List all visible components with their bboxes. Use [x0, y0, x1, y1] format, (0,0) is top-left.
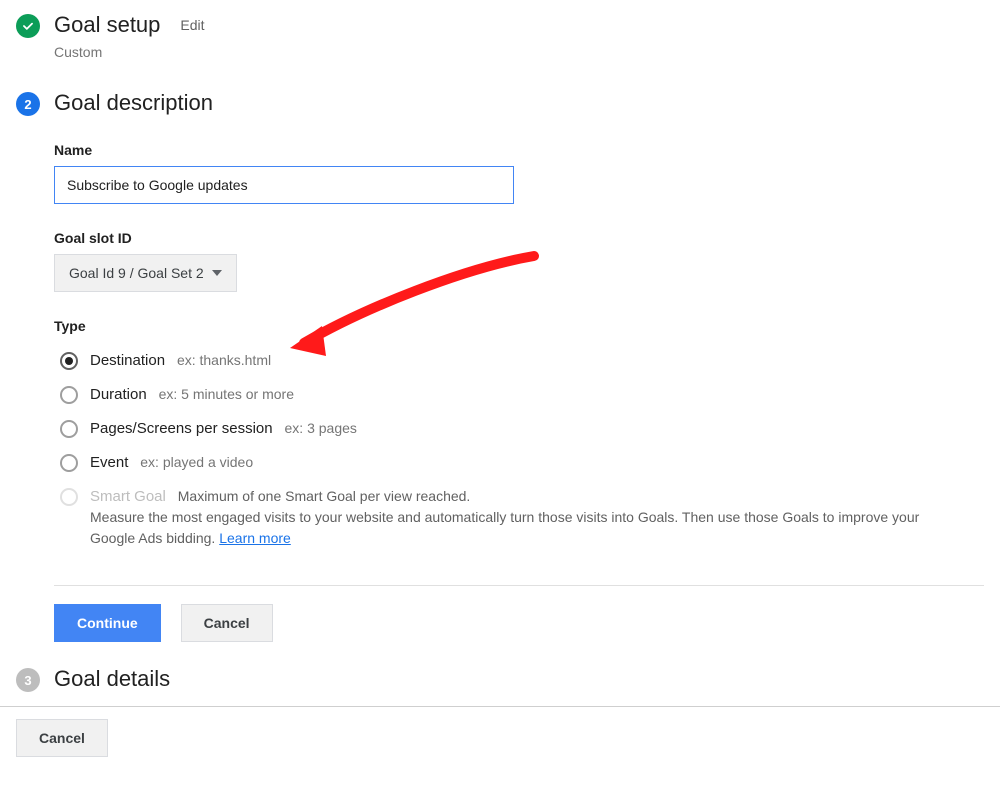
radio-icon — [60, 488, 78, 506]
learn-more-link[interactable]: Learn more — [219, 530, 291, 546]
chevron-down-icon — [212, 270, 222, 276]
goal-slot-id-label: Goal slot ID — [54, 230, 984, 246]
goal-slot-value: Goal Id 9 / Goal Set 2 — [69, 265, 204, 281]
footer-cancel-button[interactable]: Cancel — [16, 719, 108, 757]
step-number-2-icon: 2 — [16, 92, 40, 116]
radio-icon — [60, 386, 78, 404]
type-option-event[interactable]: Event ex: played a video — [60, 446, 984, 480]
type-option-duration[interactable]: Duration ex: 5 minutes or more — [60, 378, 984, 412]
check-icon — [16, 14, 40, 38]
radio-icon — [60, 352, 78, 370]
type-option-pages[interactable]: Pages/Screens per session ex: 3 pages — [60, 412, 984, 446]
type-option-destination[interactable]: Destination ex: thanks.html — [60, 344, 984, 378]
smart-goal-description: Measure the most engaged visits to your … — [90, 509, 919, 546]
continue-button[interactable]: Continue — [54, 604, 161, 642]
goal-slot-dropdown[interactable]: Goal Id 9 / Goal Set 2 — [54, 254, 237, 292]
radio-icon — [60, 454, 78, 472]
step2-title: Goal description — [54, 90, 213, 116]
step-goal-setup: Goal setup Edit Custom — [16, 12, 984, 60]
step1-subtitle: Custom — [54, 44, 984, 60]
radio-icon — [60, 420, 78, 438]
step-goal-description: 2 Goal description Name Goal slot ID Goa… — [16, 90, 984, 642]
step1-title: Goal setup — [54, 12, 160, 38]
edit-link[interactable]: Edit — [180, 17, 204, 33]
step3-title: Goal details — [54, 666, 170, 691]
type-option-smart-goal: Smart Goal Maximum of one Smart Goal per… — [60, 480, 984, 557]
divider — [54, 585, 984, 586]
type-label: Type — [54, 318, 984, 334]
step-number-3-icon: 3 — [16, 668, 40, 692]
divider — [0, 706, 1000, 707]
cancel-button[interactable]: Cancel — [181, 604, 273, 642]
goal-name-input[interactable] — [54, 166, 514, 204]
name-label: Name — [54, 142, 984, 158]
step-goal-details: 3 Goal details — [16, 666, 984, 692]
